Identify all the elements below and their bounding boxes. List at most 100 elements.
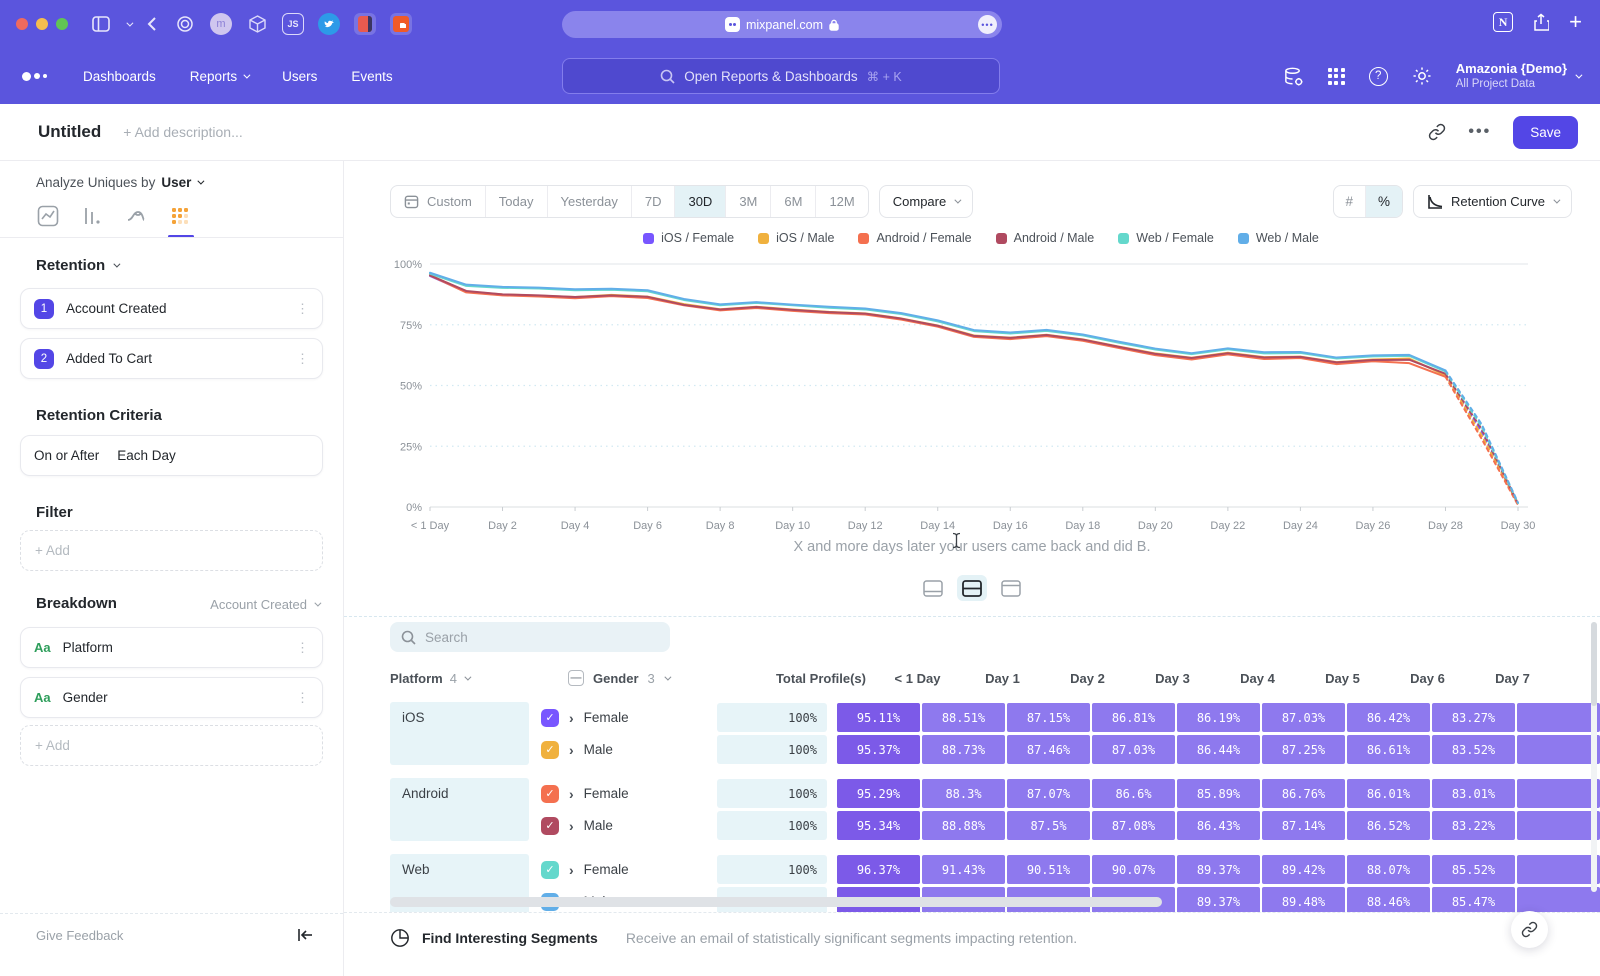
day-column-header[interactable]: Day 7	[1471, 671, 1554, 686]
legend-item[interactable]: Android / Male	[996, 231, 1095, 245]
give-feedback-link[interactable]: Give Feedback	[36, 928, 123, 943]
favicon-target-icon[interactable]	[174, 13, 196, 35]
platform-cell[interactable]: Web	[390, 854, 529, 917]
legend-item[interactable]: iOS / Male	[758, 231, 834, 245]
breakdown-options-icon[interactable]: ⋮	[296, 640, 309, 656]
back-icon[interactable]	[147, 17, 156, 31]
nav-item-users[interactable]: Users	[282, 69, 317, 84]
tab-insights[interactable]	[36, 205, 60, 233]
collapse-sidebar-icon[interactable]	[297, 928, 313, 942]
notion-icon[interactable]: N	[1493, 12, 1513, 32]
range-option-30d[interactable]: 30D	[675, 186, 726, 217]
window-zoom-button[interactable]	[56, 18, 68, 30]
favicon-js-icon[interactable]: JS	[282, 13, 304, 35]
analyze-entity-dropdown[interactable]: User	[161, 175, 202, 190]
breakdown-add-button[interactable]: + Add	[20, 725, 323, 766]
more-actions-icon[interactable]: •••	[1468, 123, 1491, 141]
legend-item[interactable]: iOS / Female	[643, 231, 734, 245]
share-icon[interactable]	[1533, 13, 1549, 31]
day-column-header[interactable]: Day 3	[1131, 671, 1214, 686]
nav-item-dashboards[interactable]: Dashboards	[83, 69, 156, 84]
retention-section-heading[interactable]: Retention	[36, 257, 118, 274]
legend-item[interactable]: Android / Female	[858, 231, 971, 245]
mixpanel-logo[interactable]	[22, 72, 47, 81]
criteria-interval[interactable]: Each Day	[117, 448, 176, 463]
total-profiles-header[interactable]: Total Profile(s)	[756, 671, 866, 686]
step-options-icon[interactable]: ⋮	[296, 301, 309, 317]
layout-chart-only-button[interactable]	[918, 575, 948, 601]
expand-row-icon[interactable]: ›	[569, 786, 574, 802]
window-close-button[interactable]	[16, 18, 28, 30]
platform-column-header[interactable]: Platform4	[390, 671, 568, 686]
extensions-button[interactable]: •••	[978, 15, 997, 34]
legend-item[interactable]: Web / Male	[1238, 231, 1319, 245]
row-checkbox[interactable]: ✓	[541, 817, 559, 835]
format-count-option[interactable]: #	[1334, 186, 1367, 217]
find-segments-title[interactable]: Find Interesting Segments	[422, 930, 598, 946]
report-title[interactable]: Untitled	[38, 122, 101, 142]
criteria-mode[interactable]: On or After	[34, 448, 99, 463]
table-search-input[interactable]: Search	[390, 622, 670, 652]
tab-retention[interactable]	[168, 205, 192, 233]
platform-cell[interactable]: Android	[390, 778, 529, 841]
apps-grid-icon[interactable]	[1328, 68, 1345, 85]
day-column-header[interactable]: < 1 Day	[876, 671, 959, 686]
compare-button[interactable]: Compare	[879, 185, 973, 218]
layout-split-button[interactable]	[957, 575, 987, 601]
range-option-6m[interactable]: 6M	[771, 186, 816, 217]
retention-criteria-control[interactable]: On or After Each Day	[20, 435, 323, 476]
day-column-header[interactable]: Day 6	[1386, 671, 1469, 686]
row-checkbox[interactable]: ✓	[541, 785, 559, 803]
expand-row-icon[interactable]: ›	[569, 710, 574, 726]
horizontal-scrollbar[interactable]	[390, 897, 1162, 907]
data-management-icon[interactable]	[1283, 66, 1304, 87]
copy-link-icon[interactable]	[1428, 123, 1446, 141]
favicon-soundcloud-icon[interactable]	[390, 13, 412, 35]
vertical-scrollbar[interactable]	[1591, 622, 1597, 892]
tab-funnels[interactable]	[80, 205, 104, 233]
favicon-box-icon[interactable]	[246, 13, 268, 35]
favicon-red-app-icon[interactable]	[354, 13, 376, 35]
url-bar[interactable]: mixpanel.com •••	[562, 11, 1002, 38]
sidebar-toggle-icon[interactable]	[92, 16, 110, 32]
range-option-7d[interactable]: 7D	[632, 186, 676, 217]
range-option-3m[interactable]: 3M	[726, 186, 771, 217]
project-switcher[interactable]: Amazonia {Demo} All Project Data	[1456, 61, 1580, 92]
day-column-header[interactable]: Day 5	[1301, 671, 1384, 686]
share-link-floating-button[interactable]	[1511, 911, 1548, 948]
row-checkbox[interactable]: ✓	[541, 861, 559, 879]
retention-step-2[interactable]: 2 Added To Cart ⋮	[20, 338, 323, 379]
nav-item-events[interactable]: Events	[351, 69, 392, 84]
expand-row-icon[interactable]: ›	[569, 818, 574, 834]
breakdown-options-icon[interactable]: ⋮	[296, 690, 309, 706]
day-column-header[interactable]: Day 1	[961, 671, 1044, 686]
breakdown-gender[interactable]: Aa Gender ⋮	[20, 677, 323, 718]
row-checkbox[interactable]: ✓	[541, 709, 559, 727]
day-column-header[interactable]: Day 4	[1216, 671, 1299, 686]
tab-flows[interactable]	[124, 205, 148, 233]
help-icon[interactable]: ?	[1369, 67, 1388, 86]
report-description-placeholder[interactable]: + Add description...	[123, 124, 242, 140]
expand-row-icon[interactable]: ›	[569, 862, 574, 878]
platform-cell[interactable]: iOS	[390, 702, 529, 765]
breakdown-scope-dropdown[interactable]: Account Created	[210, 597, 319, 612]
new-tab-icon[interactable]: +	[1569, 13, 1582, 31]
breakdown-platform[interactable]: Aa Platform ⋮	[20, 627, 323, 668]
format-percent-option[interactable]: %	[1366, 186, 1402, 217]
global-search-input[interactable]: Open Reports & Dashboards ⌘ + K	[562, 58, 1000, 94]
filter-add-button[interactable]: + Add	[20, 530, 323, 571]
favicon-m-icon[interactable]: m	[210, 13, 232, 35]
layout-table-only-button[interactable]	[996, 575, 1026, 601]
range-option-custom[interactable]: Custom	[391, 186, 486, 217]
window-minimize-button[interactable]	[36, 18, 48, 30]
step-options-icon[interactable]: ⋮	[296, 351, 309, 367]
nav-item-reports[interactable]: Reports	[190, 69, 248, 84]
gender-column-header[interactable]: — Gender3	[568, 670, 756, 686]
expand-row-icon[interactable]: ›	[569, 742, 574, 758]
row-checkbox[interactable]: ✓	[541, 741, 559, 759]
chart-type-dropdown[interactable]: Retention Curve	[1413, 185, 1572, 218]
retention-step-1[interactable]: 1 Account Created ⋮	[20, 288, 323, 329]
range-option-yesterday[interactable]: Yesterday	[548, 186, 632, 217]
legend-item[interactable]: Web / Female	[1118, 231, 1214, 245]
select-all-checkbox[interactable]: —	[568, 670, 584, 686]
